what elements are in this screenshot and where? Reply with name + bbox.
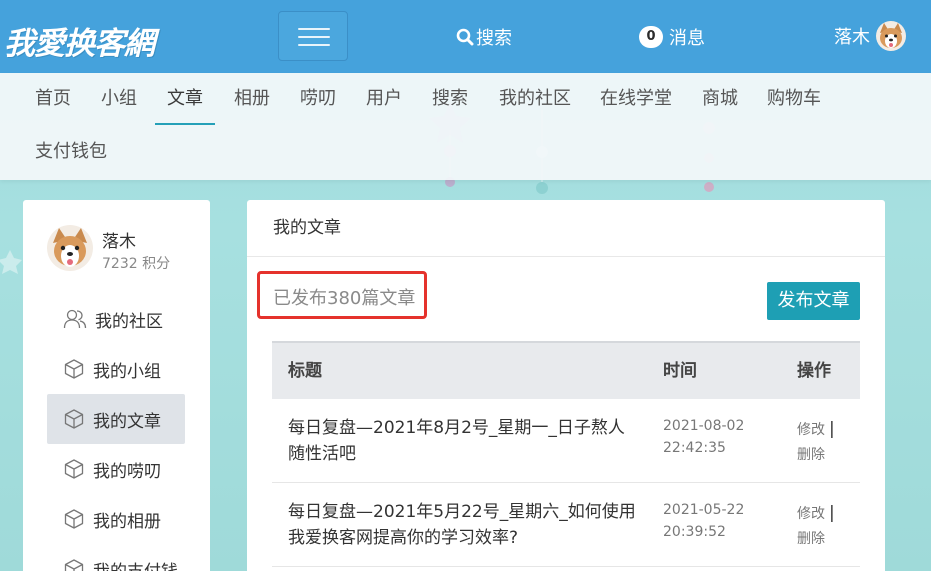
- cube-icon: [64, 559, 84, 571]
- user-sidebar: 落木 7232 积分 我的社区 我的小组 我的文章 我的唠叨 我的相册: [23, 200, 210, 571]
- nav-item-online-school[interactable]: 在线学堂: [600, 73, 672, 125]
- sidebar-item-my-articles[interactable]: 我的文章: [47, 394, 185, 444]
- nav-item-wallet[interactable]: 支付钱包: [35, 126, 107, 178]
- nav-item-articles[interactable]: 文章: [155, 73, 215, 125]
- article-date: 2021-05-22: [663, 502, 745, 518]
- nav-item-cart[interactable]: 购物车: [767, 73, 821, 125]
- nav-item-home[interactable]: 首页: [35, 73, 71, 125]
- article-time: 2021-08-02 22:42:35: [663, 415, 763, 459]
- profile-avatar[interactable]: [47, 225, 93, 271]
- menu-bar-icon: [298, 36, 330, 38]
- sidebar-item-label: 我的相册: [93, 511, 161, 532]
- header-user-menu[interactable]: 落木: [834, 20, 906, 52]
- messages-label: 消息: [669, 28, 705, 49]
- sidebar-item-my-groups[interactable]: 我的小组: [47, 344, 185, 394]
- edit-link[interactable]: 修改: [797, 506, 825, 522]
- header-search-link[interactable]: 搜索: [456, 24, 512, 50]
- publish-article-button[interactable]: 发布文章: [767, 282, 860, 320]
- column-header-time: 时间: [663, 361, 697, 381]
- article-actions: 修改 | 删除: [797, 501, 835, 552]
- article-title-link[interactable]: 每日复盘—2021年8月2号_星期一_日子熬人随性活吧: [288, 415, 640, 467]
- message-count-badge: 0: [639, 26, 663, 48]
- article-actions: 修改 | 删除: [797, 417, 835, 468]
- table-row: 每日复盘—2021年8月2号_星期一_日子熬人随性活吧 2021-08-02 2…: [272, 399, 860, 483]
- action-separator: |: [829, 419, 835, 439]
- article-title-link[interactable]: 每日复盘—2021年5月22号_星期六_如何使用我爱换客网提高你的学习效率?: [288, 499, 640, 551]
- user-avatar: [876, 21, 906, 51]
- menu-bar-icon: [298, 28, 330, 30]
- sidebar-item-label: 我的唠叨: [93, 461, 161, 482]
- panel-title: 我的文章: [247, 200, 885, 257]
- delete-link[interactable]: 删除: [797, 527, 835, 552]
- edit-link[interactable]: 修改: [797, 422, 825, 438]
- nav-item-mall[interactable]: 商城: [702, 73, 738, 125]
- users-icon: [63, 309, 87, 329]
- site-logo[interactable]: 我愛换客網: [4, 18, 155, 62]
- sidebar-item-my-wallet[interactable]: 我的支付钱: [47, 544, 185, 571]
- sidebar-item-my-albums[interactable]: 我的相册: [47, 494, 185, 544]
- cube-icon: [64, 359, 84, 379]
- articles-table: 标题 时间 操作 每日复盘—2021年8月2号_星期一_日子熬人随性活吧 202…: [272, 341, 860, 567]
- column-header-title: 标题: [288, 361, 322, 381]
- nav-item-users[interactable]: 用户: [366, 73, 402, 125]
- nav-item-chatter[interactable]: 唠叨: [300, 73, 336, 125]
- action-separator: |: [829, 503, 835, 523]
- nav-item-search[interactable]: 搜索: [432, 73, 468, 125]
- article-time: 2021-05-22 20:39:52: [663, 499, 763, 543]
- top-header: 我愛换客網 搜索 0 消息 落木: [0, 0, 931, 73]
- sidebar-item-my-community[interactable]: 我的社区: [47, 294, 185, 344]
- cube-icon: [64, 409, 84, 429]
- header-messages-link[interactable]: 0 消息: [639, 24, 705, 50]
- profile-points: 7232 积分: [102, 256, 171, 272]
- menu-toggle-button[interactable]: [278, 11, 348, 61]
- nav-item-groups[interactable]: 小组: [101, 73, 137, 125]
- article-clock-time: 22:42:35: [663, 440, 726, 456]
- published-count: 已发布380篇文章: [273, 288, 416, 309]
- delete-link[interactable]: 删除: [797, 443, 835, 468]
- search-label: 搜索: [476, 28, 512, 49]
- menu-bar-icon: [298, 44, 330, 46]
- sidebar-item-label: 我的支付钱: [93, 557, 178, 571]
- profile-name[interactable]: 落木: [102, 227, 136, 252]
- table-row: 每日复盘—2021年5月22号_星期六_如何使用我爱换客网提高你的学习效率? 2…: [272, 483, 860, 567]
- sidebar-item-my-chatter[interactable]: 我的唠叨: [47, 444, 185, 494]
- nav-item-my-community[interactable]: 我的社区: [499, 73, 571, 125]
- sidebar-item-label: 我的社区: [95, 311, 163, 332]
- table-header: 标题 时间 操作: [272, 341, 860, 399]
- sidebar-item-label: 我的文章: [93, 411, 161, 432]
- cube-icon: [64, 459, 84, 479]
- column-header-actions: 操作: [797, 361, 831, 381]
- header-username: 落木: [834, 27, 870, 48]
- article-date: 2021-08-02: [663, 418, 745, 434]
- search-icon: [456, 28, 474, 46]
- sidebar-item-label: 我的小组: [93, 361, 161, 382]
- nav-item-albums[interactable]: 相册: [234, 73, 270, 125]
- main-navigation: 首页 小组 文章 相册 唠叨 用户 搜索 我的社区 在线学堂 商城 购物车 支付…: [0, 73, 931, 180]
- my-articles-panel: 我的文章 已发布380篇文章 发布文章 标题 时间 操作 每日复盘—2021年8…: [247, 200, 885, 571]
- cube-icon: [64, 509, 84, 529]
- article-clock-time: 20:39:52: [663, 524, 726, 540]
